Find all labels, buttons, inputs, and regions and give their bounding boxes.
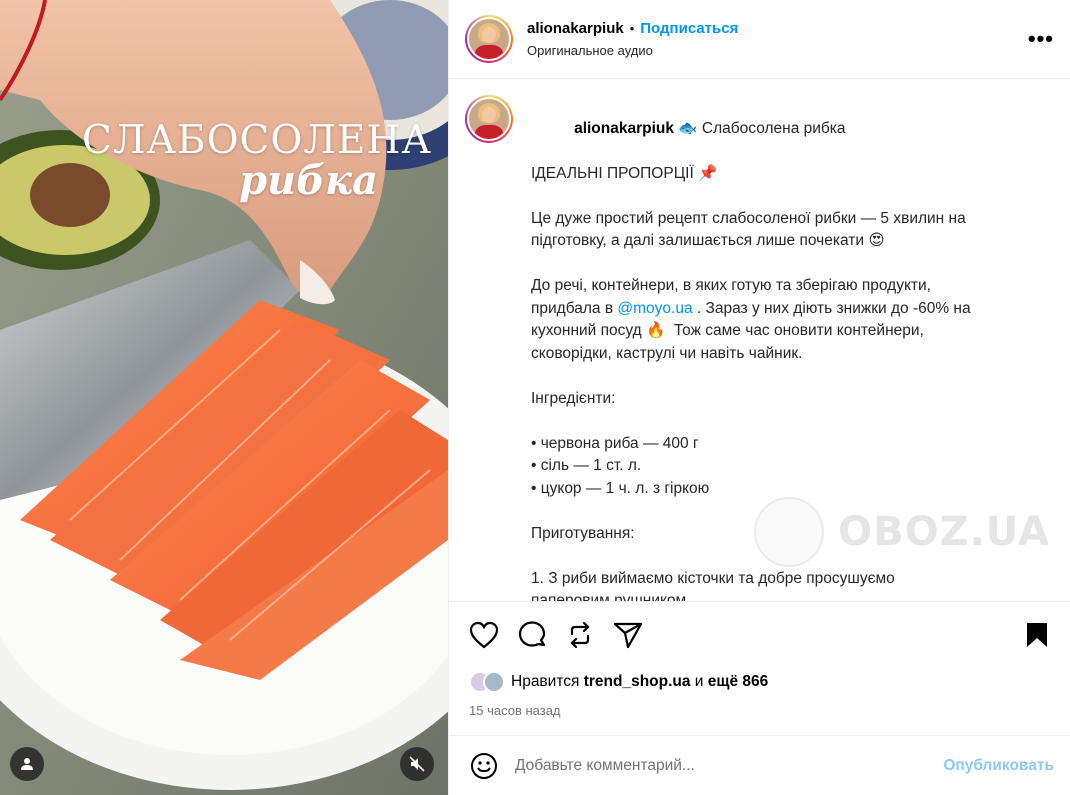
globe-icon bbox=[754, 497, 825, 567]
watermark: OBOZ.UA bbox=[754, 497, 1050, 567]
send-icon bbox=[613, 622, 643, 648]
caption-line: До речі, контейнери, в яких готую та збе… bbox=[531, 277, 931, 294]
likes-middle: и bbox=[690, 673, 708, 690]
mention-link[interactable]: @moyo.ua bbox=[617, 300, 692, 317]
repost-icon bbox=[570, 621, 590, 648]
caption-line: підготовку, а далі залишається лише поче… bbox=[531, 232, 885, 249]
like-button[interactable] bbox=[467, 618, 501, 652]
caption-avatar[interactable] bbox=[465, 95, 513, 143]
follow-button[interactable]: Подписаться bbox=[640, 20, 738, 37]
audio-link[interactable]: Оригинальное аудио bbox=[527, 43, 738, 58]
likes-prefix: Нравится bbox=[511, 673, 584, 690]
caption-line bbox=[531, 365, 1051, 388]
caption-line: паперовим рушником. bbox=[531, 592, 691, 601]
speaker-muted-icon bbox=[409, 756, 425, 772]
caption-line bbox=[531, 410, 1051, 433]
comment-bar: Добавьте комментарий... Опубликовать bbox=[449, 735, 1070, 795]
save-button[interactable] bbox=[1020, 618, 1054, 652]
post-header: alionakarpiuk • Подписаться Оригинальное… bbox=[449, 0, 1070, 79]
heart-icon bbox=[469, 621, 499, 648]
caption-line: 1. З риби виймаємо кісточки та добре про… bbox=[531, 569, 895, 587]
post-media[interactable]: СЛАБОСОЛЕНА рибка bbox=[0, 0, 448, 795]
repost-button[interactable] bbox=[563, 618, 597, 652]
emoji-icon bbox=[471, 752, 497, 779]
tagged-users-button[interactable] bbox=[10, 747, 44, 781]
separator-dot: • bbox=[629, 21, 635, 36]
emoji-button[interactable] bbox=[467, 749, 501, 783]
watermark-text: OBOZ.UA bbox=[838, 509, 1050, 555]
liker-avatar bbox=[483, 671, 505, 693]
caption-title: 🐟 Слабосолена рибка bbox=[674, 119, 846, 137]
author-username[interactable]: alionakarpiuk bbox=[527, 20, 624, 37]
bookmark-filled-icon bbox=[1027, 622, 1047, 647]
media-overlay-title: СЛАБОСОЛЕНА рибка bbox=[82, 118, 431, 204]
post-viewer: СЛАБОСОЛЕНА рибка alionakarpiuk • Подпис… bbox=[0, 0, 1070, 795]
caption-line: • червона риба — 400 г bbox=[531, 434, 699, 452]
user-icon bbox=[21, 758, 33, 770]
caption-line: придбала в @moyo.ua . Зараз у них діють … bbox=[531, 299, 971, 317]
caption-line: кухонний посуд 🔥 Тож саме час оновити ко… bbox=[531, 322, 924, 339]
caption-line: ІДЕАЛЬНІ ПРОПОРЦІЇ 📌 bbox=[531, 164, 718, 182]
comment-icon bbox=[518, 620, 546, 647]
mute-button[interactable] bbox=[400, 747, 434, 781]
post-side-panel: alionakarpiuk • Подписаться Оригинальное… bbox=[448, 0, 1070, 795]
caption-line: Інгредієнти: bbox=[531, 389, 616, 407]
caption-area: alionakarpiuk 🐟 Слабосолена рибка ІДЕАЛЬ… bbox=[449, 79, 1070, 601]
caption-line bbox=[531, 185, 1051, 208]
caption-line: сковорідки, каструлі чи навіть чайник. bbox=[531, 344, 803, 362]
share-button[interactable] bbox=[611, 618, 645, 652]
likes-text: Нравится trend_shop.ua и ещё 866 bbox=[511, 673, 768, 691]
comment-button[interactable] bbox=[515, 618, 549, 652]
likes-user[interactable]: trend_shop.ua bbox=[584, 673, 691, 690]
caption-line bbox=[531, 253, 1051, 276]
publish-button[interactable]: Опубликовать bbox=[943, 757, 1054, 775]
caption-line: Це дуже простий рецепт слабосоленої рибк… bbox=[531, 209, 966, 227]
action-bar bbox=[449, 601, 1070, 667]
likes-row[interactable]: Нравится trend_shop.ua и ещё 866 bbox=[449, 667, 1070, 697]
likes-count[interactable]: ещё 866 bbox=[708, 673, 769, 690]
author-info: alionakarpiuk • Подписаться Оригинальное… bbox=[527, 20, 738, 58]
caption-username[interactable]: alionakarpiuk bbox=[574, 120, 674, 137]
overlay-line-2: рибка bbox=[239, 157, 378, 204]
post-time[interactable]: 15 часов назад bbox=[449, 697, 1070, 723]
caption-line: • сіль — 1 ст. л. bbox=[531, 457, 642, 474]
more-options-button[interactable]: ••• bbox=[1028, 28, 1054, 50]
comment-input[interactable]: Добавьте комментарий... bbox=[515, 757, 943, 775]
author-avatar[interactable] bbox=[465, 15, 513, 63]
